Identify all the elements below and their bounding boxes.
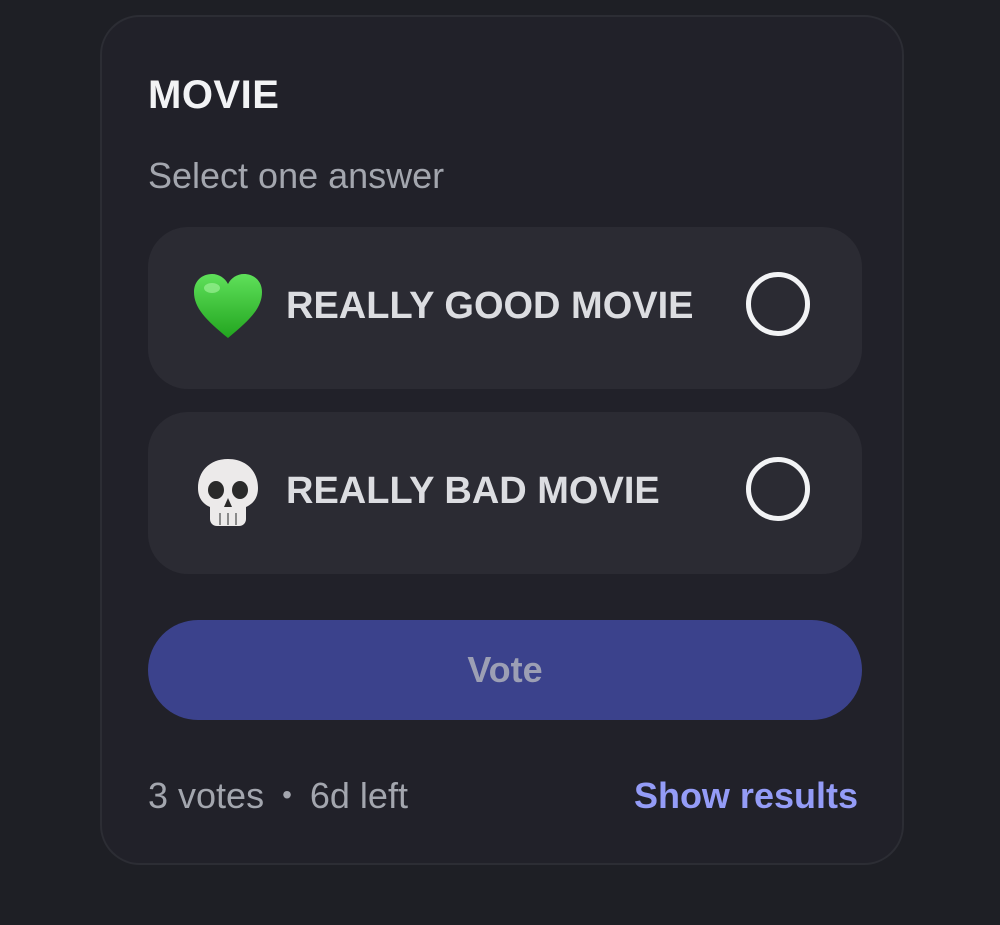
answer-label: REALLY BAD MOVIE (286, 470, 660, 512)
green-heart-icon (192, 272, 264, 344)
skull-icon (192, 457, 264, 529)
vote-button[interactable]: Vote (148, 620, 862, 720)
poll-card: MOVIE Select one answer REALLY GOOD MOVI… (100, 15, 904, 865)
answer-label: REALLY GOOD MOVIE (286, 285, 694, 327)
time-left: 6d left (309, 775, 408, 816)
poll-instruction: Select one answer (148, 155, 445, 196)
separator-dot: • (282, 779, 292, 810)
answer-radio-button[interactable] (746, 272, 810, 336)
vote-count: 3 votes (148, 775, 265, 816)
answer-option-really-good-movie[interactable]: REALLY GOOD MOVIE (148, 227, 862, 389)
poll-title: MOVIE (148, 73, 280, 117)
poll-meta: 3 votes • 6d left (148, 775, 408, 817)
answer-radio-button[interactable] (746, 457, 810, 521)
answer-option-really-bad-movie[interactable]: REALLY BAD MOVIE (148, 412, 862, 574)
show-results-link[interactable]: Show results (634, 775, 858, 817)
